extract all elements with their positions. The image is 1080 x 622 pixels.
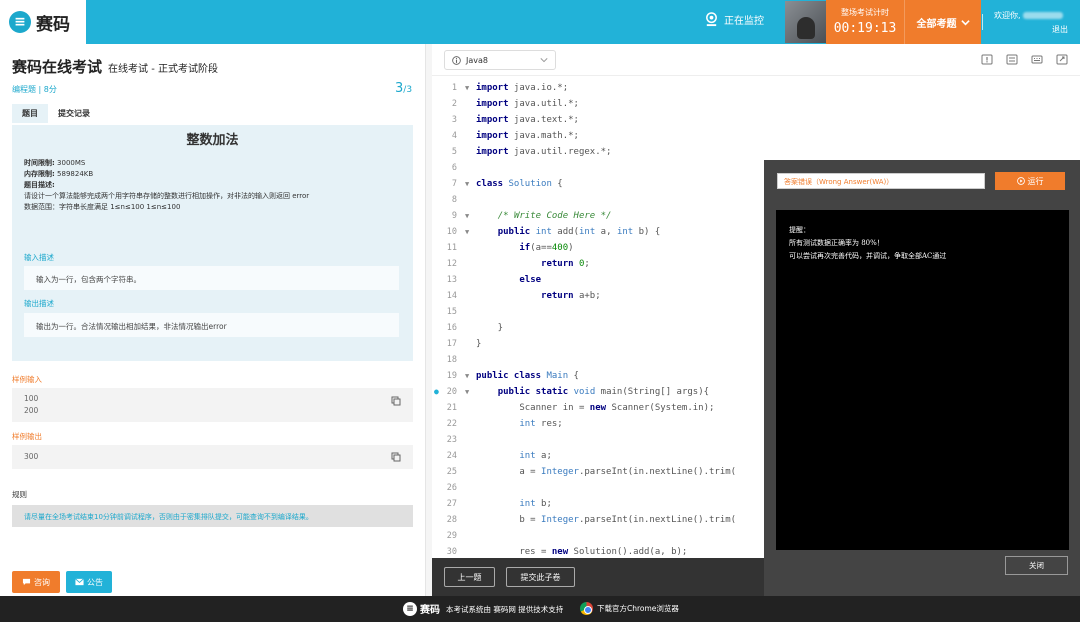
help-icon[interactable] xyxy=(981,54,993,65)
input-desc-label: 输入描述 xyxy=(24,253,54,262)
problem-tabs: 题目 提交记录 xyxy=(12,104,100,123)
prev-question-button[interactable]: 上一题 xyxy=(444,567,495,587)
problem-card: 整数加法 时间限制: 3000MS 内存限制: 589824KB 题目描述: 请… xyxy=(12,125,413,361)
page-title: 赛码在线考试 在线考试 - 正式考试阶段 xyxy=(12,56,218,77)
sample-output-label: 样例输出 xyxy=(12,432,42,441)
footer-logo-text: 赛码 xyxy=(420,605,440,616)
play-icon xyxy=(1016,177,1025,185)
consult-label: 咨询 xyxy=(34,577,50,587)
data-range-text: 数据范围：字符串长度满足 1≤n≤100 1≤n≤100 xyxy=(24,203,181,211)
input-desc-box: 输入为一行，包含两个字符串。 xyxy=(24,266,399,290)
user-area: 欢迎你, 退出 xyxy=(992,0,1080,44)
sample-input-line: 200 xyxy=(24,406,39,415)
tab-problem[interactable]: 题目 xyxy=(12,104,48,123)
result-status-field[interactable]: 答案错误（Wrong Answer(WA)） xyxy=(777,173,985,189)
code-line: 5 import java.util.regex.*; xyxy=(451,147,612,157)
header-divider xyxy=(982,14,983,30)
webcam-icon xyxy=(706,12,717,27)
page-subtitle: 在线考试 - 正式考试阶段 xyxy=(108,64,218,75)
all-questions-button[interactable]: 全部考题 xyxy=(904,0,981,44)
sample-input-box: 100 200 xyxy=(12,388,413,422)
blurred-username xyxy=(1022,12,1063,19)
problem-panel: 赛码在线考试 在线考试 - 正式考试阶段 编程题 | 8分 3/3 题目 提交记录… xyxy=(0,44,425,596)
language-value: Java8 xyxy=(466,55,488,65)
sample-input-label: 样例输入 xyxy=(12,375,42,384)
consult-button[interactable]: 咨询 xyxy=(12,571,60,593)
notice-label: 公告 xyxy=(87,577,103,587)
panel-splitter[interactable] xyxy=(425,44,432,596)
logo[interactable]: ≡ 赛码 xyxy=(0,0,86,44)
run-button[interactable]: 运行 xyxy=(995,172,1065,190)
result-panel: 答案错误（Wrong Answer(WA)） 运行 提醒： 所有测试数据正确率为… xyxy=(764,160,1080,596)
footer-logo: ≡ 赛码 xyxy=(403,601,440,616)
description-label: 题目描述: xyxy=(24,181,55,189)
keyboard-icon[interactable] xyxy=(1031,54,1043,65)
sample-output-line: 300 xyxy=(24,452,39,461)
console-line: 所有测试数据正确率为 80%！ xyxy=(789,239,884,247)
footer-logo-icon: ≡ xyxy=(403,601,417,616)
monitor-label: 正在监控 xyxy=(724,16,764,27)
footer-support-text: 本考试系统由 赛码网 提供技术支持 xyxy=(446,605,564,614)
rules-label: 规则 xyxy=(12,490,27,499)
code-line: 1 ▼ import java.io.*; xyxy=(451,83,569,93)
sample-output-box: 300 xyxy=(12,445,413,469)
code-line: 3 import java.text.*; xyxy=(451,115,579,125)
chat-icon xyxy=(22,578,31,586)
result-toolbar: 答案错误（Wrong Answer(WA)） 运行 xyxy=(764,160,1080,202)
problem-title: 整数加法 xyxy=(186,133,239,148)
monitor-status: 正在监控 xyxy=(704,12,764,27)
logout-link[interactable]: 退出 xyxy=(1052,24,1068,35)
timer-label: 整场考试计时 xyxy=(841,8,889,17)
console-line: 可以尝试再次完善代码，并调试，争取全部AC通过 xyxy=(789,252,947,260)
fullscreen-icon[interactable] xyxy=(1056,54,1068,65)
chrome-icon xyxy=(580,602,593,615)
time-limit-row: 时间限制: 3000MS xyxy=(24,159,86,167)
rules-box: 请尽量在全场考试结束10分钟前调试程序，否则由于密集排队提交，可能查询不到编译结… xyxy=(12,505,413,527)
welcome-label: 欢迎你, xyxy=(994,11,1021,20)
submit-paper-button[interactable]: 提交此子卷 xyxy=(506,567,575,587)
chevron-down-icon xyxy=(960,19,970,25)
copy-icon[interactable] xyxy=(391,396,401,406)
camera-preview xyxy=(785,1,826,43)
logo-mark-icon: ≡ xyxy=(9,11,31,33)
settings-icon[interactable] xyxy=(1006,54,1018,65)
run-label: 运行 xyxy=(1027,176,1044,186)
tab-submissions[interactable]: 提交记录 xyxy=(48,104,100,123)
copy-icon[interactable] xyxy=(391,452,401,462)
language-select[interactable]: Java8 xyxy=(444,50,556,70)
output-desc-label: 输出描述 xyxy=(24,299,54,308)
output-desc-box: 输出为一行。合法情况输出相加结果，非法情况输出error xyxy=(24,313,399,337)
camera-person xyxy=(796,17,815,39)
exam-timer: 整场考试计时 00:19:13 xyxy=(826,0,904,44)
notice-button[interactable]: 公告 xyxy=(66,571,112,593)
memory-limit-row: 内存限制: 589824KB xyxy=(24,170,94,178)
console-line: 提醒： xyxy=(789,226,810,234)
chrome-download-label: 下载官方Chrome浏览器 xyxy=(597,604,679,613)
code-line: 2 import java.util.*; xyxy=(451,99,579,109)
info-icon xyxy=(452,55,461,65)
footer: ≡ 赛码 本考试系统由 赛码网 提供技术支持 下载官方Chrome浏览器 xyxy=(0,596,1080,622)
timer-value: 00:19:13 xyxy=(833,21,897,36)
page-title-text: 赛码在线考试 xyxy=(12,58,103,76)
editor-toolbar: Java8 xyxy=(432,44,1080,76)
code-line: 4 import java.math.*; xyxy=(451,131,579,141)
output-console: 提醒： 所有测试数据正确率为 80%！ 可以尝试再次完善代码，并调试，争取全部A… xyxy=(776,210,1069,550)
description-text: 请设计一个算法能够完成两个用字符串存储的整数进行相加操作，对非法的输入则返回 e… xyxy=(24,192,310,200)
problem-details: 时间限制: 3000MS 内存限制: 589824KB 题目描述: 请设计一个算… xyxy=(24,158,309,213)
question-pager: 3/3 xyxy=(395,81,412,96)
top-header: ≡ 赛码 正在监控 整场考试计时 00:19:13 全部考题 欢迎你, 退出 xyxy=(0,0,1080,44)
pager-total: /3 xyxy=(403,85,413,95)
all-questions-label: 全部考题 xyxy=(916,18,957,30)
sample-input-line: 100 xyxy=(24,394,39,403)
logo-text: 赛码 xyxy=(36,14,70,35)
chevron-down-icon xyxy=(540,58,548,63)
chrome-download-link[interactable]: 下载官方Chrome浏览器 xyxy=(580,602,679,615)
close-button[interactable]: 关闭 xyxy=(1005,556,1068,575)
welcome-text: 欢迎你, xyxy=(994,10,1063,21)
editor-tool-icons xyxy=(981,54,1068,65)
question-meta: 编程题 | 8分 xyxy=(12,85,57,94)
mail-icon xyxy=(75,578,84,586)
